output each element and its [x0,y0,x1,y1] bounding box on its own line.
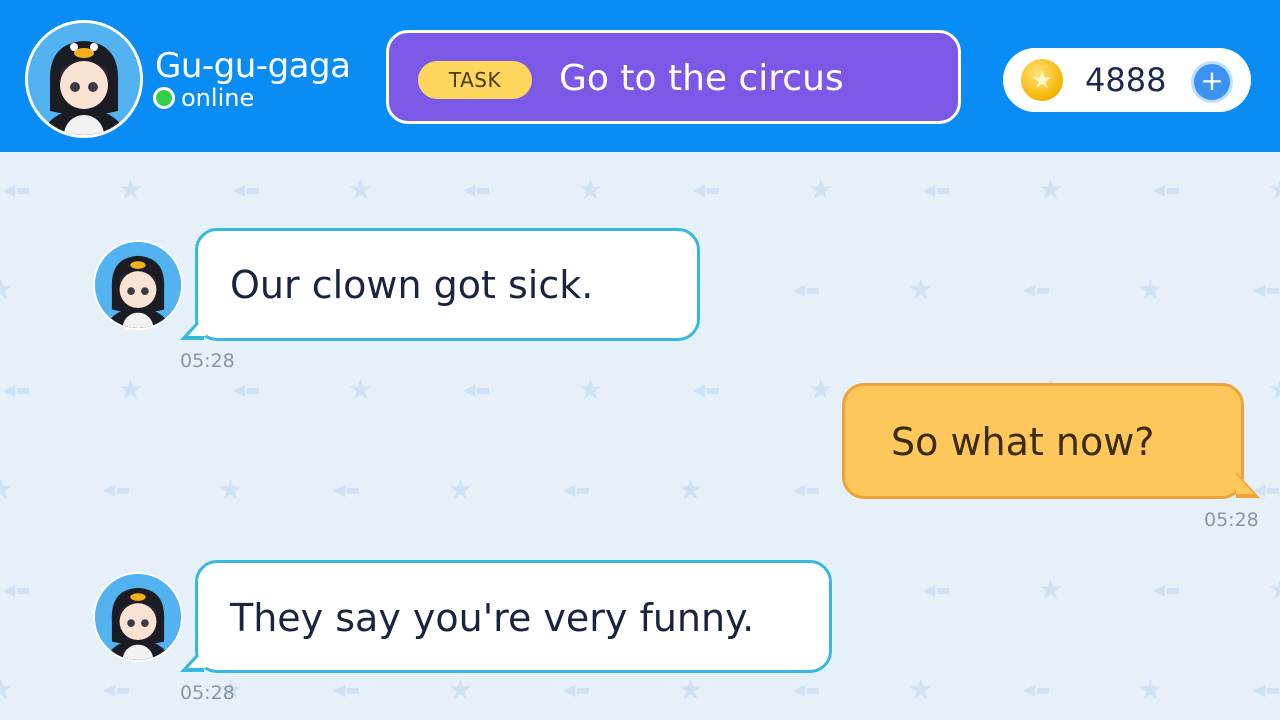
outgoing-message-bubble[interactable]: So what now? [842,383,1244,499]
pattern-star-icon: ★ [1138,273,1164,306]
pattern-star-icon: ★ [118,173,144,206]
pattern-fish-icon: ◀▬ [233,180,261,199]
message-avatar[interactable] [93,572,183,662]
bubble-tail-fill [188,316,206,336]
pattern-star-icon: ★ [908,673,934,706]
penguin-avatar-icon [95,574,181,660]
message-text: Our clown got sick. [230,263,594,307]
pattern-star-icon: ★ [448,673,474,706]
pattern-fish-icon: ◀▬ [1153,180,1181,199]
pattern-star-icon: ★ [908,273,934,306]
bubble-tail-fill [188,648,206,668]
pattern-star-icon: ★ [1268,376,1280,404]
task-text: Go to the circus [559,58,844,99]
message-avatar[interactable] [93,240,183,330]
pattern-fish-icon: ◀▬ [923,180,951,199]
pattern-fish-icon: ◀▬ [693,180,721,199]
pattern-fish-icon: ◀▬ [1253,680,1280,699]
pattern-fish-icon: ◀▬ [463,180,491,199]
contact-name: Gu-gu-gaga [155,46,351,86]
chat-header: Gu-gu-gaga online TASK Go to the circus … [0,0,1280,152]
coin-balance: ★ 4888 + [1003,48,1251,112]
pattern-fish-icon: ◀▬ [563,480,591,499]
pattern-fish-icon: ◀▬ [793,480,821,499]
message-text: So what now? [891,420,1155,464]
task-badge: TASK [418,61,532,99]
coin-icon: ★ [1021,59,1063,101]
pattern-star-icon: ★ [808,173,834,206]
incoming-message-bubble[interactable]: They say you're very funny. [195,560,832,673]
pattern-star-icon: ★ [118,373,144,406]
pattern-star-icon: ★ [578,173,604,206]
pattern-star-icon: ★ [0,273,14,306]
message-timestamp: 05:28 [180,350,235,372]
pattern-fish-icon: ◀▬ [3,180,31,199]
pattern-star-icon: ★ [678,673,704,706]
pattern-fish-icon: ◀▬ [1153,580,1181,599]
contact-avatar[interactable] [25,20,143,138]
pattern-star-icon: ★ [1268,576,1280,604]
message-text: They say you're very funny. [230,596,755,640]
pattern-star-icon: ★ [348,173,374,206]
pattern-star-icon: ★ [1038,173,1064,206]
pattern-fish-icon: ◀▬ [103,680,131,699]
pattern-star-icon: ★ [1138,673,1164,706]
pattern-star-icon: ★ [578,373,604,406]
pattern-fish-icon: ◀▬ [333,680,361,699]
pattern-fish-icon: ◀▬ [1023,680,1051,699]
task-panel[interactable]: TASK Go to the circus [386,30,961,124]
pattern-fish-icon: ◀▬ [333,480,361,499]
pattern-fish-icon: ◀▬ [693,380,721,399]
pattern-star-icon: ★ [1038,573,1064,606]
pattern-fish-icon: ◀▬ [103,480,131,499]
pattern-star-icon: ★ [218,473,244,506]
pattern-fish-icon: ◀▬ [3,580,31,599]
pattern-star-icon: ★ [1268,176,1280,204]
pattern-star-icon: ★ [448,473,474,506]
incoming-message-bubble[interactable]: Our clown got sick. [195,228,700,341]
online-status: online [153,86,254,110]
pattern-star-icon: ★ [348,373,374,406]
pattern-star-icon: ★ [0,473,14,506]
pattern-star-icon: ★ [0,673,14,706]
pattern-fish-icon: ◀▬ [563,680,591,699]
message-timestamp: 05:28 [180,682,235,704]
pattern-fish-icon: ◀▬ [1253,280,1280,299]
pattern-fish-icon: ◀▬ [3,380,31,399]
online-dot-icon [153,87,175,109]
penguin-avatar-icon [95,242,181,328]
pattern-fish-icon: ◀▬ [463,380,491,399]
pattern-star-icon: ★ [808,373,834,406]
add-coins-button[interactable]: + [1191,61,1233,103]
message-timestamp: 05:28 [1204,509,1259,531]
pattern-fish-icon: ◀▬ [233,380,261,399]
pattern-fish-icon: ◀▬ [1023,280,1051,299]
pattern-fish-icon: ◀▬ [793,280,821,299]
bubble-tail-fill [1236,474,1254,494]
penguin-avatar-icon [28,23,140,135]
pattern-fish-icon: ◀▬ [923,580,951,599]
status-text: online [181,84,255,112]
pattern-star-icon: ★ [678,473,704,506]
coin-count: 4888 [1085,61,1167,99]
pattern-fish-icon: ◀▬ [793,680,821,699]
